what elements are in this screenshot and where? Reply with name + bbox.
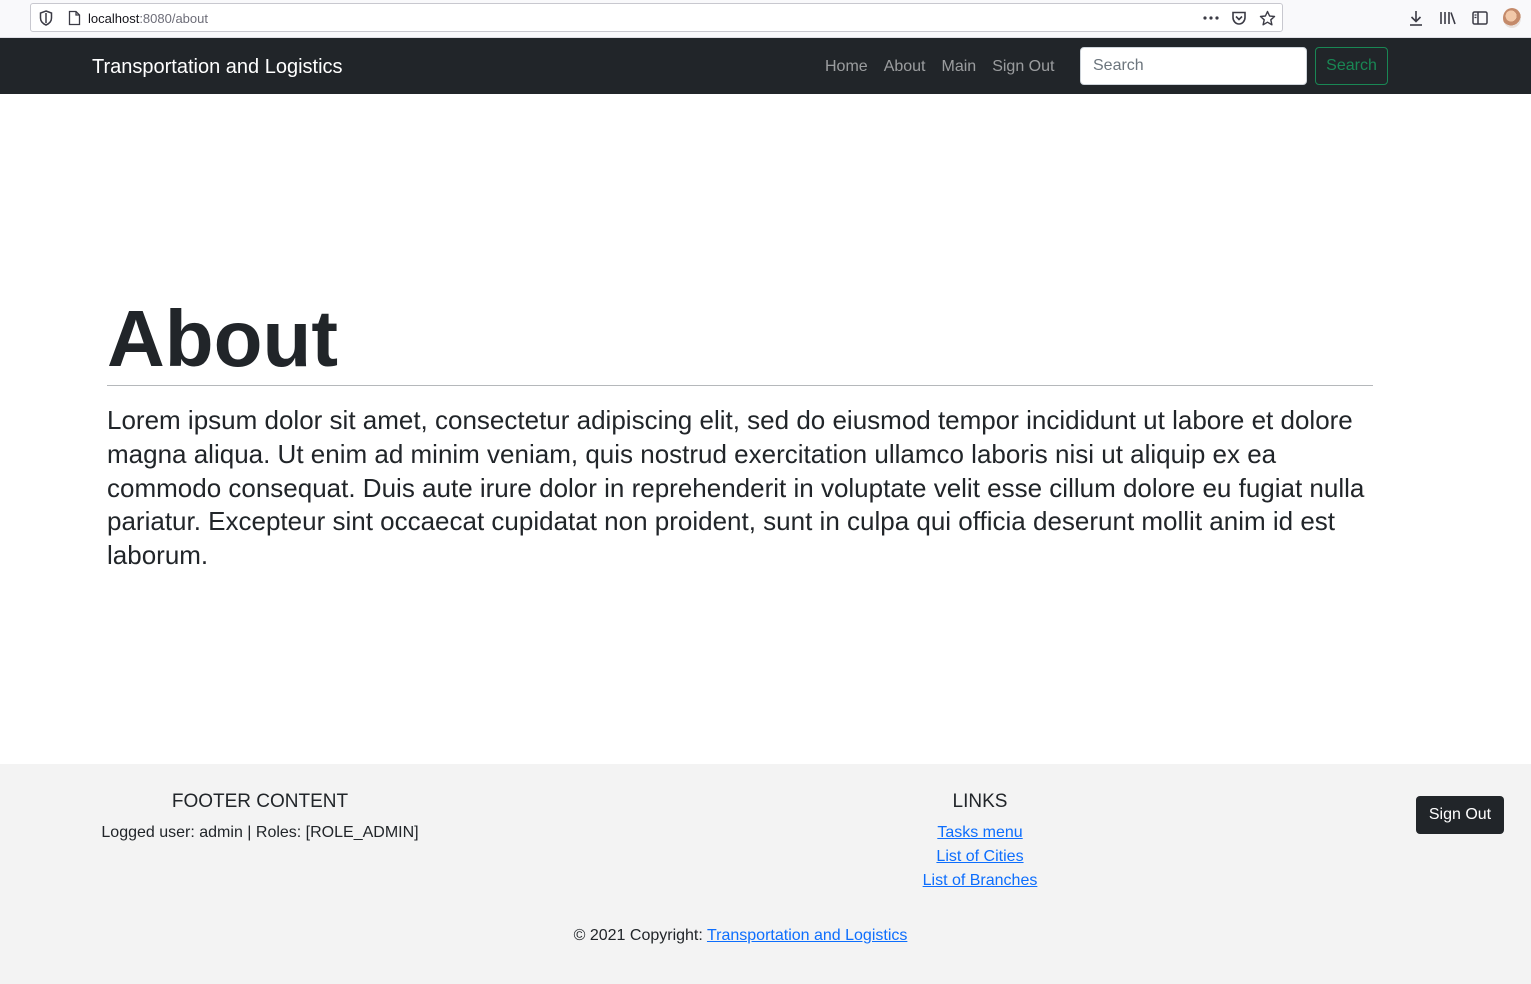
copyright-link[interactable]: Transportation and Logistics bbox=[707, 927, 907, 944]
avatar bbox=[1503, 8, 1521, 28]
copyright: © 2021 Copyright: Transportation and Log… bbox=[0, 927, 1481, 945]
list-item: List of Cities bbox=[880, 845, 1080, 869]
url-host: localhost bbox=[88, 11, 140, 26]
footer-links-heading: LINKS bbox=[952, 791, 1008, 812]
url-path: :8080/about bbox=[139, 11, 208, 26]
sidebar-icon[interactable] bbox=[1471, 8, 1489, 28]
navbar: Transportation and Logistics Home About … bbox=[0, 38, 1531, 94]
more-icon[interactable] bbox=[1202, 9, 1220, 27]
search-button[interactable]: Search bbox=[1315, 47, 1388, 85]
browser-toolbar: localhost:8080/about bbox=[0, 0, 1531, 38]
footer-sign-out-button[interactable]: Sign Out bbox=[1416, 796, 1504, 834]
list-of-branches-link[interactable]: List of Branches bbox=[923, 872, 1038, 889]
profile-avatar[interactable] bbox=[1503, 8, 1521, 28]
main-content: About Lorem ipsum dolor sit amet, consec… bbox=[107, 94, 1373, 764]
nav-link-about[interactable]: About bbox=[884, 58, 926, 76]
tasks-menu-link[interactable]: Tasks menu bbox=[937, 824, 1022, 841]
nav-link-main[interactable]: Main bbox=[942, 58, 977, 76]
copyright-text: © 2021 Copyright: bbox=[573, 927, 707, 944]
pocket-icon[interactable] bbox=[1230, 9, 1248, 27]
url-actions bbox=[1202, 9, 1276, 27]
footer-links-list: Tasks menu List of Cities List of Branch… bbox=[880, 821, 1080, 893]
navbar-brand[interactable]: Transportation and Logistics bbox=[92, 56, 343, 79]
download-icon[interactable] bbox=[1407, 8, 1425, 28]
address-bar[interactable]: localhost:8080/about bbox=[30, 3, 1283, 32]
footer: FOOTER CONTENT Logged user: admin | Role… bbox=[0, 764, 1531, 984]
nav-links: Home About Main Sign Out bbox=[825, 58, 1054, 76]
page-title: About bbox=[107, 294, 339, 383]
library-icon[interactable] bbox=[1439, 8, 1457, 28]
url-text[interactable]: localhost:8080/about bbox=[88, 11, 208, 26]
toolbar-icons bbox=[1407, 8, 1521, 28]
star-icon[interactable] bbox=[1258, 9, 1276, 27]
footer-content-section: FOOTER CONTENT Logged user: admin | Role… bbox=[100, 790, 420, 844]
footer-links-section: LINKS Tasks menu List of Cities List of … bbox=[880, 790, 1080, 893]
logged-user-info: Logged user: admin | Roles: [ROLE_ADMIN] bbox=[101, 824, 419, 841]
shield-icon[interactable] bbox=[39, 10, 53, 26]
about-text: Lorem ipsum dolor sit amet, consectetur … bbox=[107, 405, 1365, 571]
nav-link-sign-out[interactable]: Sign Out bbox=[992, 58, 1054, 76]
footer-content-heading: FOOTER CONTENT bbox=[171, 791, 349, 812]
search-input[interactable] bbox=[1080, 47, 1307, 85]
page-icon bbox=[68, 10, 81, 26]
nav-link-home[interactable]: Home bbox=[825, 58, 868, 76]
list-item: List of Branches bbox=[880, 869, 1080, 893]
title-divider bbox=[107, 385, 1373, 386]
list-item: Tasks menu bbox=[880, 821, 1080, 845]
list-of-cities-link[interactable]: List of Cities bbox=[936, 848, 1023, 865]
